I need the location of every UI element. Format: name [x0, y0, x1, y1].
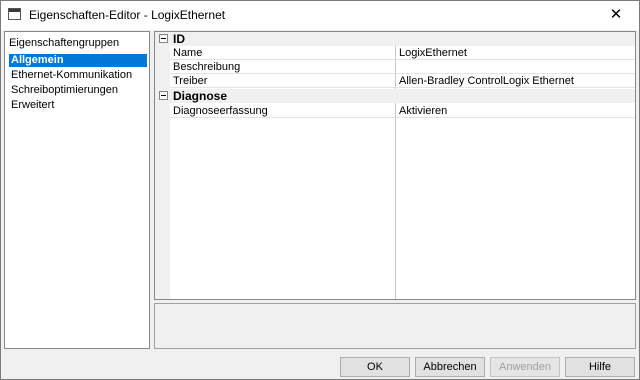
property-groups-header: Eigenschaftengruppen	[9, 37, 120, 49]
collapse-icon[interactable]	[159, 34, 168, 43]
property-name: Name	[173, 47, 203, 59]
group-item-schreiboptimierungen[interactable]: Schreiboptimierungen	[9, 84, 120, 97]
properties-editor-window: Eigenschaften-Editor - LogixEthernet ✕ E…	[0, 0, 640, 380]
category-label: Diagnose	[173, 89, 228, 103]
property-row-diagnoseerfassung[interactable]: Diagnoseerfassung Aktivieren	[170, 104, 635, 118]
group-item-erweitert[interactable]: Erweitert	[9, 99, 56, 112]
property-groups-panel: Eigenschaftengruppen Allgemein Ethernet-…	[4, 31, 150, 349]
property-grid: ID Name LogixEthernet Beschreibung Treib…	[154, 31, 636, 300]
help-button[interactable]: Hilfe	[565, 357, 635, 377]
category-label: ID	[173, 32, 185, 46]
property-row-name[interactable]: Name LogixEthernet	[170, 46, 635, 60]
close-icon[interactable]: ✕	[593, 1, 639, 30]
property-name: Treiber	[173, 75, 208, 87]
property-grid-gutter	[155, 32, 170, 299]
collapse-icon[interactable]	[159, 91, 168, 100]
property-value[interactable]: Aktivieren	[399, 104, 447, 118]
category-id: ID	[155, 32, 635, 46]
category-diagnose: Diagnose	[155, 89, 635, 103]
title-bar: Eigenschaften-Editor - LogixEthernet ✕	[1, 1, 639, 30]
group-item-ethernet-kommunikation[interactable]: Ethernet-Kommunikation	[9, 69, 134, 82]
property-value[interactable]: Allen-Bradley ControlLogix Ethernet	[399, 74, 574, 88]
window-app-icon	[8, 8, 21, 20]
property-row-treiber[interactable]: Treiber Allen-Bradley ControlLogix Ether…	[170, 74, 635, 88]
cancel-button[interactable]: Abbrechen	[415, 357, 485, 377]
property-row-beschreibung[interactable]: Beschreibung	[170, 60, 635, 74]
ok-button[interactable]: OK	[340, 357, 410, 377]
group-item-allgemein[interactable]: Allgemein	[9, 54, 147, 67]
property-value[interactable]: LogixEthernet	[399, 46, 467, 60]
apply-button[interactable]: Anwenden	[490, 357, 560, 377]
property-name: Beschreibung	[173, 61, 241, 73]
window-title: Eigenschaften-Editor - LogixEthernet	[29, 8, 226, 22]
property-description-pane	[154, 303, 636, 349]
property-name: Diagnoseerfassung	[173, 105, 268, 117]
